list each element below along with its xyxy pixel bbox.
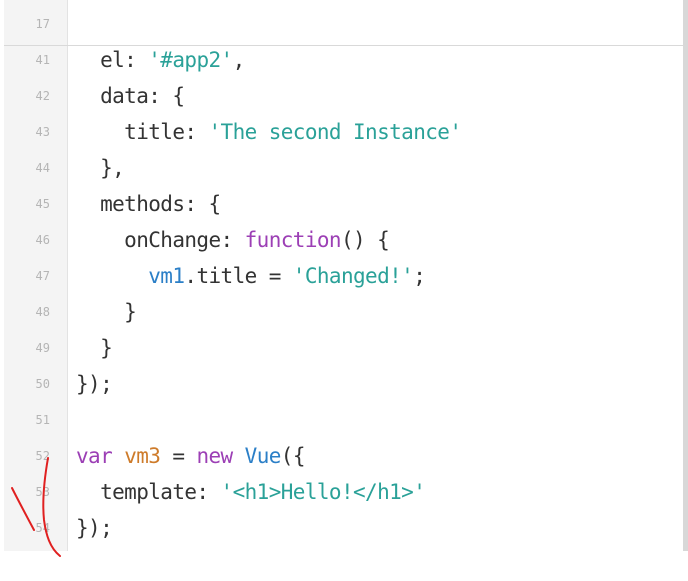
line-number: 48 — [35, 305, 50, 319]
line-number: 46 — [35, 233, 50, 247]
code-token: new — [196, 444, 233, 468]
code-token: .title = — [184, 264, 293, 288]
code-token: , — [232, 48, 246, 72]
code-line[interactable]: 53 template: '<h1>Hello!</h1>' — [4, 474, 688, 510]
code-text: }); — [76, 510, 113, 546]
code-text: template: '<h1>Hello!</h1>' — [76, 474, 426, 510]
code-text: onChange: function() { — [76, 222, 390, 258]
code-line[interactable]: 17 — [4, 6, 688, 42]
code-line[interactable]: 50}); — [4, 366, 688, 402]
code-token: 'The second Instance' — [208, 120, 462, 144]
code-text: } — [76, 330, 113, 366]
line-number: 47 — [35, 269, 50, 283]
code-token: } — [76, 300, 137, 324]
code-line[interactable]: 54}); — [4, 510, 688, 546]
line-number: 51 — [35, 413, 50, 427]
code-token: } — [76, 336, 113, 360]
code-token: vm3 — [124, 444, 161, 468]
line-number: 49 — [35, 341, 50, 355]
line-number: 50 — [35, 377, 50, 391]
code-line[interactable]: 43 title: 'The second Instance' — [4, 114, 688, 150]
code-token: '#app2' — [148, 48, 233, 72]
line-number: 44 — [35, 161, 50, 175]
line-number: 52 — [35, 449, 50, 463]
code-token: 'Changed!' — [292, 264, 414, 288]
line-number: 53 — [35, 485, 50, 499]
code-token: data: { — [76, 84, 185, 108]
code-token: var — [76, 444, 113, 468]
code-token: }); — [76, 516, 113, 540]
code-text: vm1.title = 'Changed!'; — [76, 258, 426, 294]
code-token: Vue — [244, 444, 282, 468]
code-line[interactable]: 46 onChange: function() { — [4, 222, 688, 258]
code-token: = — [160, 444, 197, 468]
code-token: vm1 — [148, 264, 185, 288]
code-token: title: — [76, 120, 209, 144]
code-line[interactable]: 41 el: '#app2', — [4, 42, 688, 78]
code-token: template: — [76, 480, 221, 504]
code-token: '<h1>Hello!</h1>' — [220, 480, 426, 504]
code-token: methods: { — [76, 192, 221, 216]
code-text: var vm3 = new Vue({ — [76, 438, 305, 474]
line-number: 43 — [35, 125, 50, 139]
code-line[interactable]: 52 var vm3 = new Vue({ — [4, 438, 688, 474]
code-text: }, — [76, 150, 125, 186]
line-number: 45 — [35, 197, 50, 211]
code-text: }); — [76, 366, 113, 402]
code-token: el: — [76, 48, 149, 72]
code-token: () { — [340, 228, 390, 252]
code-line[interactable]: 44 }, — [4, 150, 688, 186]
code-line[interactable]: 49 } — [4, 330, 688, 366]
code-text: el: '#app2', — [76, 42, 245, 78]
line-number: 54 — [35, 521, 50, 535]
code-token: ({ — [280, 444, 306, 468]
code-text: methods: { — [76, 186, 221, 222]
code-token: }); — [76, 372, 113, 396]
code-line[interactable]: 51 — [4, 402, 688, 438]
code-text: } — [76, 294, 137, 330]
code-token: function — [244, 228, 342, 252]
code-token: ; — [413, 264, 426, 288]
code-token: onChange: — [76, 228, 245, 252]
code-text: data: { — [76, 78, 185, 114]
code-token: }, — [76, 156, 125, 180]
code-text: title: 'The second Instance' — [76, 114, 462, 150]
code-line[interactable]: 48 } — [4, 294, 688, 330]
line-number: 41 — [35, 53, 50, 67]
code-editor[interactable]: 17 41 el: '#app2', 42 data: {43 title: 'Th… — [4, 0, 688, 551]
code-line[interactable]: 45 methods: { — [4, 186, 688, 222]
line-number: 17 — [35, 17, 50, 31]
code-line[interactable]: 47 vm1.title = 'Changed!'; — [4, 258, 688, 294]
line-number: 42 — [35, 89, 50, 103]
scrollbar[interactable] — [683, 0, 688, 551]
code-line[interactable]: 42 data: { — [4, 78, 688, 114]
